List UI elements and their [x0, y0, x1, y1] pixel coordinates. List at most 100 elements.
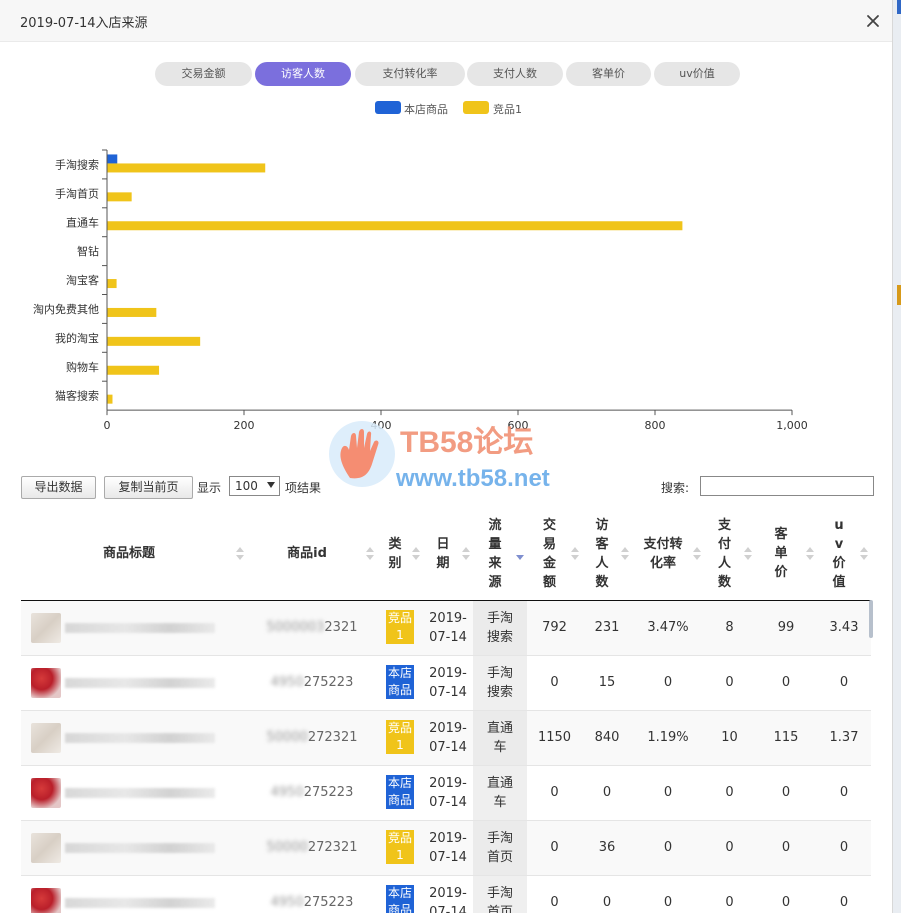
table-row[interactable]: 4950275223 本店商品 2019-07-14 直通车 0 0 0 0 0 0 — [21, 765, 871, 821]
product-id-visible: 2321 — [324, 620, 358, 635]
column-header-category[interactable]: 类别 — [377, 508, 423, 601]
tab-payers[interactable]: 支付人数 — [467, 62, 563, 86]
cell-traffic-source: 直通车 — [473, 710, 527, 766]
column-header-traffic-source[interactable]: 流量来源 — [473, 508, 527, 601]
cell-traffic-source: 手淘搜索 — [473, 655, 527, 711]
table-scrollbar[interactable] — [869, 600, 873, 638]
bar-competitor[interactable] — [107, 279, 117, 289]
column-header-label: uv价值 — [832, 517, 846, 590]
table-row[interactable]: 50000032321 竞品1 2019-07-14 手淘搜索 792 231 3.47% 8… — [21, 600, 871, 656]
cell-avg-order: 99 — [755, 600, 817, 656]
cell-avg-order: 0 — [755, 655, 817, 711]
tab-conversion-rate[interactable]: 支付转化率 — [355, 62, 465, 86]
category-label: 购物车 — [66, 360, 99, 374]
copy-page-button[interactable]: 复制当前页 — [104, 476, 193, 499]
bar-competitor[interactable] — [107, 394, 113, 404]
product-id: 4950275223 — [271, 785, 354, 800]
column-header-uv-value[interactable]: uv价值 — [817, 508, 871, 601]
category-tag: 本店商品 — [385, 885, 415, 913]
bar-competitor[interactable] — [107, 307, 157, 317]
bar-competitor[interactable] — [107, 336, 201, 346]
export-data-button[interactable]: 导出数据 — [21, 476, 96, 499]
tab-avg-order[interactable]: 客单价 — [566, 62, 651, 86]
column-header-trade-amount[interactable]: 交易金额 — [527, 508, 582, 601]
chart-legend: 本店商品 竞品1 — [0, 100, 892, 117]
value-text: 0 — [725, 840, 734, 855]
product-id: 4950275223 — [271, 895, 354, 910]
product-thumbnail[interactable] — [31, 612, 61, 643]
date-text: 2019-07-14 — [429, 720, 467, 755]
dialog-titlebar: 2019-07-14入店来源 — [0, 0, 892, 42]
value-text: 1.37 — [829, 730, 859, 745]
column-header-label: 交易金额 — [542, 517, 556, 590]
close-button[interactable] — [862, 10, 884, 32]
page-size-suffix: 项结果 — [285, 481, 322, 495]
product-thumbnail[interactable] — [31, 667, 61, 698]
cell-payers: 0 — [704, 820, 755, 876]
cell-payers: 8 — [704, 600, 755, 656]
sort-icon — [806, 546, 814, 561]
product-id-blurred: 4950 — [270, 675, 304, 690]
cell-traffic-source: 手淘搜索 — [473, 600, 527, 656]
product-thumbnail[interactable] — [31, 777, 61, 808]
cell-product-id: 4950275223 — [247, 875, 377, 913]
tab-trade-amount[interactable]: 交易金额 — [155, 62, 252, 86]
legend-label-own[interactable]: 本店商品 — [404, 101, 448, 117]
table-row[interactable]: 4950275223 本店商品 2019-07-14 手淘首页 0 0 0 0 0 0 — [21, 875, 871, 913]
product-title-blurred[interactable] — [65, 897, 215, 908]
column-header-visitors[interactable]: 访客人数 — [582, 508, 632, 601]
product-title-blurred[interactable] — [65, 787, 215, 798]
page-size-select[interactable]: 100 — [229, 476, 280, 496]
tab-visitors[interactable]: 访客人数 — [255, 62, 351, 86]
column-header-title[interactable]: 商品标题 — [21, 508, 247, 601]
table-header-row: 商品标题 商品id 类别 日期 流量来源 交易金额 访客人数 支付转化率 支付人数 客单价 uv价值 — [21, 508, 871, 601]
table-row[interactable]: 4950275223 本店商品 2019-07-14 手淘搜索 0 15 0 0 0 0 — [21, 655, 871, 711]
cell-uv-value: 0 — [817, 875, 871, 913]
product-title-blurred[interactable] — [65, 677, 215, 688]
cell-product-id: 4950275223 — [247, 655, 377, 711]
search-input[interactable] — [700, 476, 874, 496]
product-thumbnail[interactable] — [31, 832, 61, 863]
cell-trade-amount: 0 — [527, 820, 582, 876]
bar-competitor[interactable] — [107, 192, 132, 202]
category-label: 直通车 — [66, 215, 99, 229]
source-text: 手淘搜索 — [486, 610, 513, 645]
product-id-blurred: 50000 — [266, 840, 308, 855]
cell-uv-value: 0 — [817, 820, 871, 876]
product-title-blurred[interactable] — [65, 732, 215, 743]
product-id-blurred: 50000 — [266, 730, 308, 745]
value-text: 0 — [839, 675, 849, 690]
legend-label-competitor[interactable]: 竞品1 — [493, 101, 522, 117]
bar-competitor[interactable] — [107, 221, 683, 231]
table-body: 50000032321 竞品1 2019-07-14 手淘搜索 792 231 3.47% 8… — [21, 600, 871, 913]
column-header-product-id[interactable]: 商品id — [247, 508, 377, 601]
bar-competitor[interactable] — [107, 365, 160, 375]
column-header-payers[interactable]: 支付人数 — [704, 508, 755, 601]
bar-own[interactable] — [107, 154, 118, 164]
column-header-label: 流量来源 — [488, 517, 502, 590]
category-tag: 竞品1 — [385, 610, 415, 644]
value-text: 0 — [839, 785, 849, 800]
column-header-avg-order[interactable]: 客单价 — [755, 508, 817, 601]
value-text: 0 — [550, 675, 559, 690]
product-title-blurred[interactable] — [65, 622, 215, 633]
legend-swatch-competitor[interactable] — [463, 101, 489, 114]
product-title-blurred[interactable] — [65, 842, 215, 853]
bar-competitor[interactable] — [107, 163, 266, 173]
cell-product-title — [21, 875, 247, 913]
product-thumbnail[interactable] — [31, 722, 61, 753]
column-header-conversion-rate[interactable]: 支付转化率 — [632, 508, 704, 601]
table-row[interactable]: 50000272321 竞品1 2019-07-14 手淘首页 0 36 0 0 0 0 — [21, 820, 871, 876]
sort-icon — [366, 546, 374, 561]
cell-traffic-source: 手淘首页 — [473, 820, 527, 876]
table-row[interactable]: 50000272321 竞品1 2019-07-14 直通车 1150 840 1.19% 1… — [21, 710, 871, 766]
cell-uv-value: 0 — [817, 655, 871, 711]
product-thumbnail[interactable] — [31, 887, 61, 913]
cell-traffic-source: 手淘首页 — [473, 875, 527, 913]
tab-uv-value[interactable]: uv价值 — [654, 62, 740, 86]
cell-visitors: 15 — [582, 655, 632, 711]
page-size-prefix: 显示 — [197, 481, 222, 495]
legend-swatch-own[interactable] — [375, 101, 401, 114]
value-text: 0 — [602, 785, 612, 800]
column-header-date[interactable]: 日期 — [423, 508, 473, 601]
